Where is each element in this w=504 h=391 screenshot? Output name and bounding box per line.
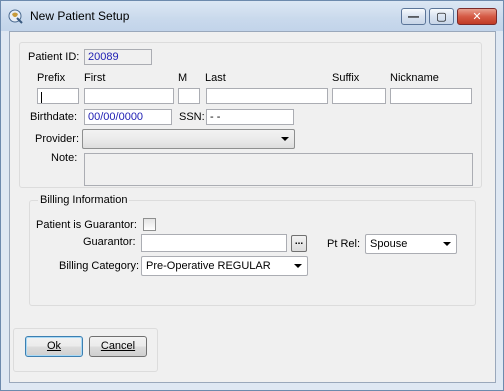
guarantor-field[interactable] [141, 234, 287, 252]
guarantor-browse-button[interactable]: ... [291, 235, 307, 252]
window-title: New Patient Setup [30, 9, 130, 23]
billing-category-label: Billing Category: [59, 260, 140, 272]
billing-category-dropdown[interactable]: Pre-Operative REGULAR [141, 256, 308, 276]
last-name-field[interactable] [206, 88, 328, 104]
provider-label: Provider: [35, 133, 80, 145]
note-field[interactable] [84, 153, 473, 186]
provider-dropdown[interactable] [82, 129, 295, 149]
patient-id-field: 20089 [84, 49, 152, 65]
minimize-button[interactable]: — [401, 8, 426, 25]
chevron-down-icon [294, 264, 302, 268]
guarantor-label: Guarantor: [83, 236, 136, 248]
cancel-button[interactable]: Cancel [89, 336, 147, 357]
title-bar[interactable]: New Patient Setup — ▢ ✕ [1, 1, 503, 31]
close-button[interactable]: ✕ [457, 8, 497, 25]
chevron-down-icon [443, 242, 451, 246]
prefix-field[interactable] [37, 88, 79, 104]
maximize-icon: ▢ [436, 11, 447, 23]
billing-group-title: Billing Information [38, 194, 130, 207]
middle-initial-label: M [178, 72, 188, 84]
new-patient-setup-window: New Patient Setup — ▢ ✕ Patient ID: 2008… [0, 0, 504, 391]
dialog-client-area: Patient ID: 20089 Prefix First M Last Su… [9, 31, 496, 383]
chevron-down-icon [281, 137, 289, 141]
suffix-field[interactable] [332, 88, 386, 104]
minimize-icon: — [408, 10, 419, 23]
maximize-button[interactable]: ▢ [429, 8, 454, 25]
app-icon [8, 9, 23, 24]
note-label: Note: [51, 152, 78, 164]
first-name-field[interactable] [84, 88, 174, 104]
birthdate-label: Birthdate: [30, 111, 78, 123]
pt-rel-dropdown[interactable]: Spouse [365, 234, 457, 254]
last-label: Last [205, 72, 226, 84]
ssn-label: SSN: [179, 111, 205, 123]
patient-is-guarantor-checkbox[interactable] [143, 218, 156, 231]
middle-initial-field[interactable] [178, 88, 200, 104]
nickname-field[interactable] [390, 88, 472, 104]
close-icon: ✕ [472, 11, 482, 23]
first-label: First [84, 72, 106, 84]
ssn-field[interactable]: - - [206, 109, 294, 125]
text-caret [41, 92, 42, 103]
ok-button[interactable]: Ok [25, 336, 83, 357]
pt-rel-label: Pt Rel: [327, 238, 361, 250]
suffix-label: Suffix [332, 72, 360, 84]
patient-id-label: Patient ID: [28, 51, 80, 63]
prefix-label: Prefix [37, 72, 66, 84]
nickname-label: Nickname [390, 72, 439, 84]
patient-is-guarantor-label: Patient is Guarantor: [36, 219, 137, 231]
birthdate-field[interactable]: 00/00/0000 [84, 109, 172, 125]
